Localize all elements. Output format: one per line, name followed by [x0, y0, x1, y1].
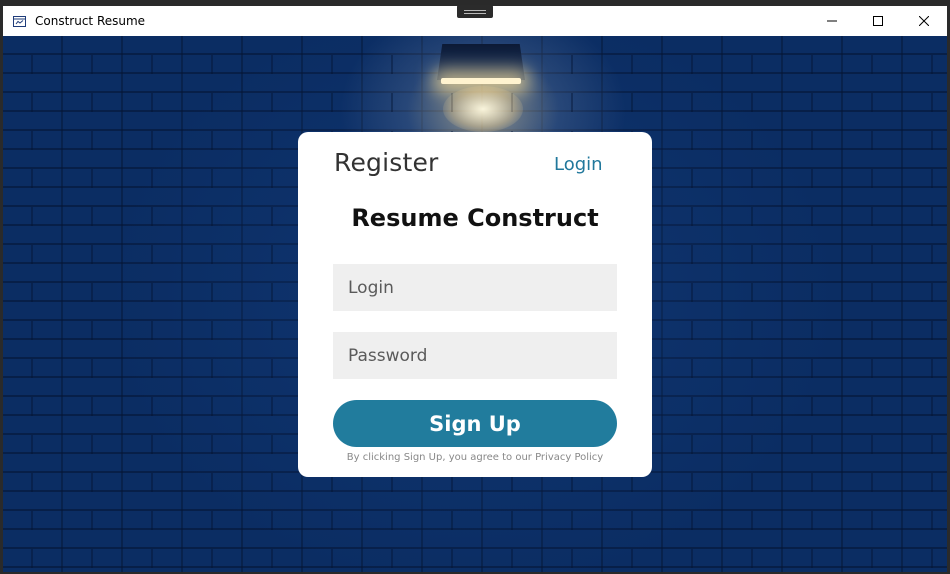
- privacy-policy-note: By clicking Sign Up, you agree to our Pr…: [346, 452, 604, 463]
- app-window: Construct Resume Register Login Resume C…: [0, 0, 950, 574]
- window-frame: Construct Resume Register Login Resume C…: [3, 6, 947, 572]
- window-title: Construct Resume: [35, 14, 146, 28]
- login-input[interactable]: [333, 264, 617, 311]
- tab-login[interactable]: Login: [554, 154, 603, 175]
- wall-lamp: [437, 44, 525, 84]
- lamp-housing: [437, 44, 525, 80]
- page-title: Resume Construct: [351, 204, 599, 232]
- minimize-button[interactable]: [809, 6, 855, 36]
- app-icon: [12, 15, 26, 27]
- minimize-icon: [827, 20, 837, 22]
- close-icon: [919, 16, 929, 26]
- sign-up-button[interactable]: Sign Up: [333, 400, 617, 447]
- window-controls: [809, 6, 947, 36]
- register-card: Register Login Resume Construct Sign Up …: [298, 132, 652, 477]
- drag-handle[interactable]: [457, 5, 493, 18]
- close-button[interactable]: [901, 6, 947, 36]
- tab-register[interactable]: Register: [334, 148, 439, 177]
- lamp-glow: [443, 86, 523, 132]
- maximize-button[interactable]: [855, 6, 901, 36]
- lamp-light: [441, 78, 521, 84]
- password-input[interactable]: [333, 332, 617, 379]
- maximize-icon: [873, 16, 883, 26]
